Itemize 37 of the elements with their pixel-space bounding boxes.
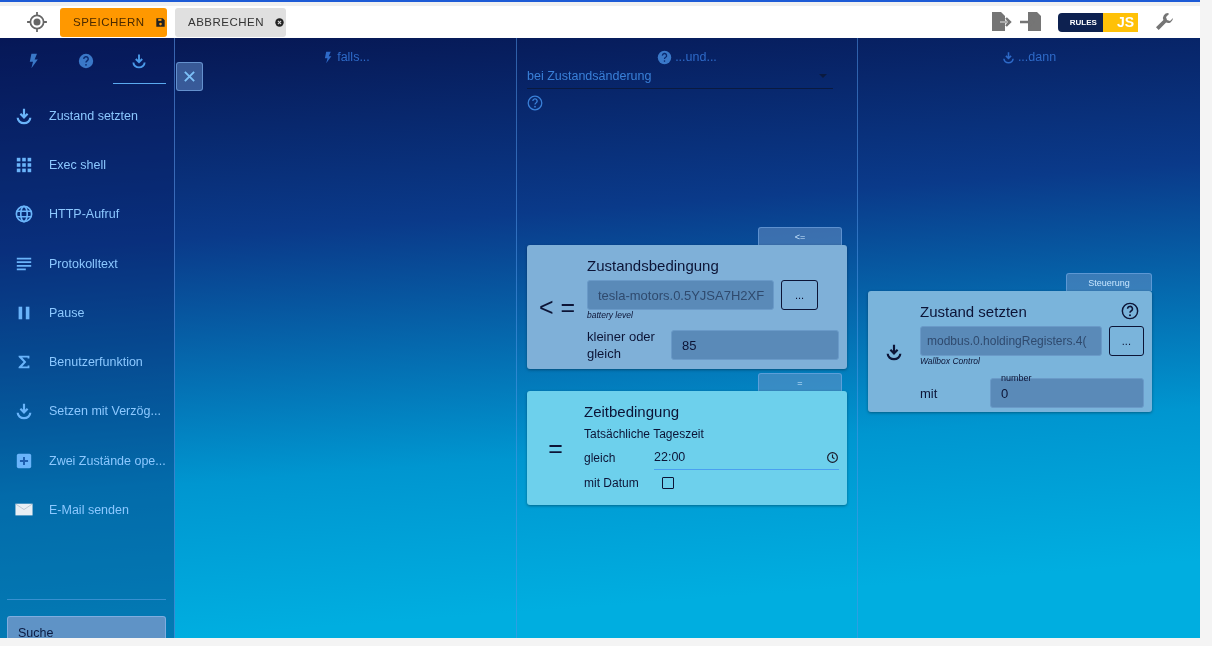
sidebar-item[interactable]: Zwei Zustände ope... (49, 453, 166, 468)
sidebar-item[interactable]: Benutzerfunktion (49, 355, 143, 370)
block-title: Zustand setzten (920, 302, 1027, 320)
object-name: battery level (587, 310, 634, 322)
sidebar-item[interactable]: Protokolltext (49, 256, 118, 271)
column-title: ...und... (675, 50, 717, 64)
column-title: falls... (337, 50, 370, 64)
block-tab[interactable]: Steuerung (1066, 273, 1152, 291)
column-title: ...dann (1017, 50, 1057, 64)
checkbox-label: mit Datum (584, 476, 640, 490)
operator-symbol: = (548, 433, 563, 463)
cancel-button[interactable]: ABBRECHEN (175, 7, 286, 37)
browse-button[interactable]: ... (781, 280, 818, 310)
sidebar-item[interactable]: E-Mail senden (49, 503, 129, 517)
block-tab[interactable]: = (758, 373, 842, 391)
time-type: Tatsächliche Tageszeit (584, 427, 705, 441)
save-button[interactable]: SPEICHERN (60, 7, 167, 37)
sidebar-item[interactable]: Exec shell (49, 157, 106, 172)
trigger-dropdown[interactable]: bei Zustandsänderung (527, 64, 833, 89)
browse-button[interactable]: ... (1108, 326, 1144, 356)
field-label: kleiner oder gleich (587, 328, 656, 362)
sidebar-item[interactable]: Pause (49, 305, 85, 320)
block-tab[interactable]: <= (758, 227, 842, 245)
block-title: Zeitbedingung (584, 402, 680, 420)
block-title: Zustandsbedingung (587, 256, 719, 274)
sidebar-item[interactable]: Setzen mit Verzög... (49, 404, 161, 419)
logo-text: RULES (1057, 12, 1103, 32)
logo-text: JS (1102, 12, 1138, 32)
field-label: mit (920, 384, 939, 402)
operator-symbol: < = (538, 292, 576, 322)
sidebar-item[interactable]: HTTP-Aufruf (49, 207, 120, 222)
object-name: Wallbox Control (920, 356, 981, 368)
field-label: gleich (584, 450, 617, 465)
search-field[interactable]: Suche (7, 616, 166, 638)
time-field[interactable]: 22:00 (654, 445, 839, 470)
value-field[interactable]: 85 (671, 330, 839, 360)
sidebar-item[interactable]: Zustand setzten (49, 108, 138, 123)
